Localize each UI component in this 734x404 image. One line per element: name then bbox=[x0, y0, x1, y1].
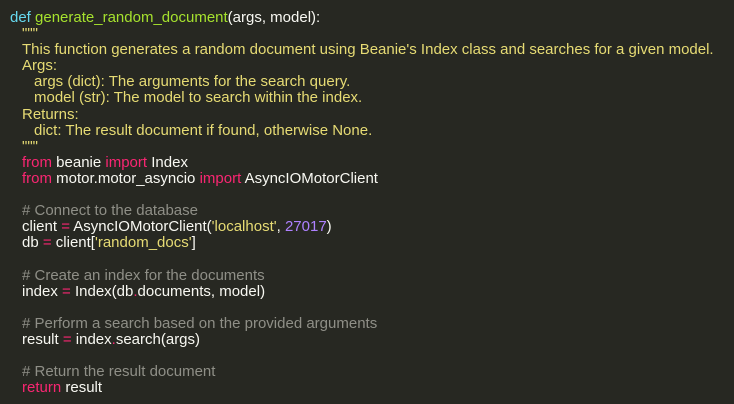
code-token-keyword: import bbox=[199, 169, 242, 187]
code-token-comment: # Perform a search based on the provided… bbox=[22, 314, 378, 332]
code-line: return result bbox=[10, 380, 734, 396]
code-token-docstring: model (str): The model to search within … bbox=[34, 89, 363, 107]
code-token-docstring: Args: bbox=[22, 57, 58, 75]
code-token-plain: db bbox=[22, 234, 43, 252]
code-token-operator: = bbox=[62, 282, 71, 300]
code-token-function: generate_random_document bbox=[35, 9, 228, 26]
code-token-comment: # Connect to the database bbox=[22, 202, 198, 220]
code-editor[interactable]: def generate_random_document(args, model… bbox=[10, 9, 734, 404]
code-line: from beanie import Index bbox=[10, 153, 734, 171]
code-token-keyword: return bbox=[22, 379, 62, 397]
code-line: index = Index(db.documents, model) bbox=[10, 282, 734, 300]
code-token-number: 27017 bbox=[284, 218, 327, 236]
code-line: This function generates a random documen… bbox=[10, 42, 734, 58]
code-token-docstring: """ bbox=[22, 137, 38, 155]
code-token-string: 'localhost' bbox=[211, 218, 277, 236]
code-token-string: 'random_docs' bbox=[94, 234, 192, 252]
code-token-plain: ) bbox=[326, 218, 332, 236]
code-token-operator: = bbox=[62, 330, 72, 348]
code-token-docstring: This function generates a random documen… bbox=[22, 41, 714, 59]
code-line: # Perform a search based on the provided… bbox=[10, 314, 734, 332]
code-line: Returns: bbox=[10, 105, 734, 123]
code-token-keyword: import bbox=[105, 153, 148, 171]
code-line: result = index.search(args) bbox=[10, 330, 734, 348]
code-token-plain: client[ bbox=[51, 234, 95, 252]
code-token-docstring: Returns: bbox=[22, 105, 79, 123]
code-token-plain: index bbox=[22, 282, 63, 300]
code-line: """ bbox=[10, 26, 734, 42]
code-token-docstring: args (dict): The arguments for the searc… bbox=[34, 73, 351, 91]
code-token-operator: = bbox=[61, 218, 70, 236]
code-token-plain: ] bbox=[191, 234, 196, 252]
code-token-comment: # Return the result document bbox=[22, 363, 216, 381]
code-line: # Return the result document bbox=[10, 364, 734, 380]
code-token-comment: # Create an index for the documents bbox=[22, 266, 265, 284]
code-token-docstring: dict: The result document if found, othe… bbox=[34, 121, 373, 139]
code-token-plain: , bbox=[276, 218, 285, 236]
code-line: def generate_random_document(args, model… bbox=[10, 9, 734, 26]
code-token-plain: motor.motor_asyncio bbox=[52, 169, 200, 187]
code-token-plain: Index(db bbox=[70, 282, 134, 300]
code-line: # Connect to the database bbox=[10, 203, 734, 219]
code-token-plain: result bbox=[22, 330, 63, 348]
code-line: # Create an index for the documents bbox=[10, 266, 734, 284]
code-token-plain: AsyncIOMotorClient( bbox=[69, 218, 212, 236]
code-line: Args: bbox=[10, 58, 734, 74]
code-token-plain: result bbox=[61, 379, 103, 397]
code-token-plain: Index bbox=[147, 153, 188, 171]
code-line: db = client['random_docs'] bbox=[10, 235, 734, 251]
code-token-plain: (args, model): bbox=[227, 9, 321, 26]
code-token-docstring: """ bbox=[22, 25, 38, 43]
code-block: def generate_random_document(args, model… bbox=[10, 9, 734, 396]
code-token-plain: client bbox=[22, 218, 62, 236]
code-token-plain: AsyncIOMotorClient bbox=[241, 169, 378, 187]
code-token-keyword: from bbox=[22, 153, 52, 171]
code-token-plain: search(args) bbox=[115, 330, 201, 348]
code-line: model (str): The model to search within … bbox=[10, 90, 734, 106]
code-token-storage: def bbox=[10, 9, 31, 26]
code-line: """ bbox=[10, 137, 734, 155]
code-line: client = AsyncIOMotorClient('localhost',… bbox=[10, 219, 734, 235]
code-token-operator: = bbox=[42, 234, 52, 252]
code-line: dict: The result document if found, othe… bbox=[10, 121, 734, 139]
code-token-plain: documents, model) bbox=[137, 282, 266, 300]
code-token-plain: beanie bbox=[52, 153, 106, 171]
code-token-plain: index bbox=[71, 330, 112, 348]
code-line: args (dict): The arguments for the searc… bbox=[10, 74, 734, 90]
code-token-keyword: from bbox=[22, 169, 52, 187]
code-line: from motor.motor_asyncio import AsyncIOM… bbox=[10, 169, 734, 187]
